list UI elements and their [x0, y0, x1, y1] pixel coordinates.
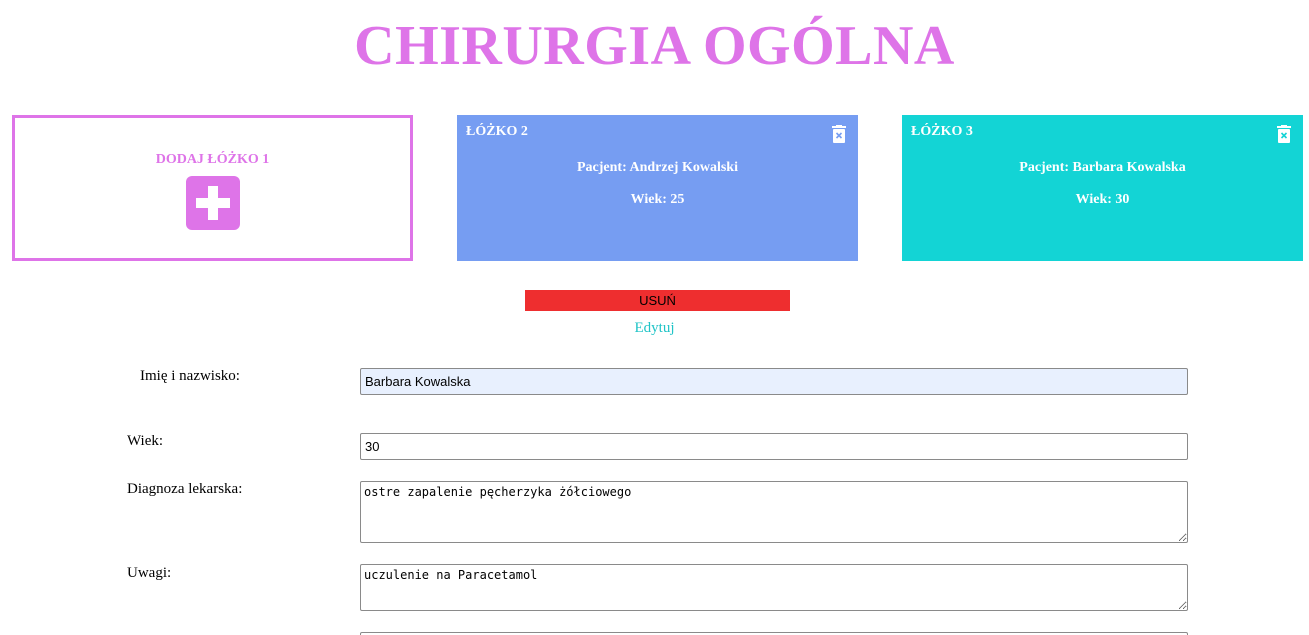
page-title: CHIRURGIA OGÓLNA	[354, 15, 955, 77]
patient-age: Wiek: 25	[630, 192, 685, 207]
notes-textarea[interactable]: uczulenie na Paracetamol	[360, 564, 1188, 611]
patient-age: Wiek: 30	[1075, 192, 1130, 207]
bed-card-2[interactable]: ŁÓŻKO 2 Pacjent: Andrzej Kowalski Wiek: …	[457, 115, 858, 261]
trash-icon[interactable]	[1277, 125, 1291, 143]
patient-name: Pacjent: Barbara Kowalska	[1019, 160, 1186, 175]
bed-name: ŁÓŻKO 3	[911, 124, 973, 139]
trash-icon[interactable]	[832, 125, 846, 143]
name-label: Imię i nazwisko:	[140, 368, 240, 384]
bed-card-3[interactable]: ŁÓŻKO 3 Pacjent: Barbara Kowalska Wiek: …	[902, 115, 1303, 261]
bed-name: ŁÓŻKO 2	[466, 124, 528, 139]
edit-link[interactable]: Edytuj	[0, 320, 1309, 337]
diagnosis-label: Diagnoza lekarska:	[127, 481, 243, 497]
patient-name: Pacjent: Andrzej Kowalski	[577, 160, 738, 175]
diagnosis-textarea[interactable]: ostre zapalenie pęcherzyka żółciowego	[360, 481, 1188, 543]
age-input[interactable]	[360, 433, 1188, 460]
age-label: Wiek:	[127, 433, 164, 449]
add-bed-label: DODAJ ŁÓŻKO 1	[155, 152, 270, 167]
name-input[interactable]	[360, 368, 1188, 395]
delete-button[interactable]: USUŃ	[525, 290, 790, 311]
add-bed-button[interactable]	[186, 176, 240, 230]
notes-label: Uwagi:	[127, 565, 172, 581]
add-bed-card: DODAJ ŁÓŻKO 1	[12, 115, 413, 261]
